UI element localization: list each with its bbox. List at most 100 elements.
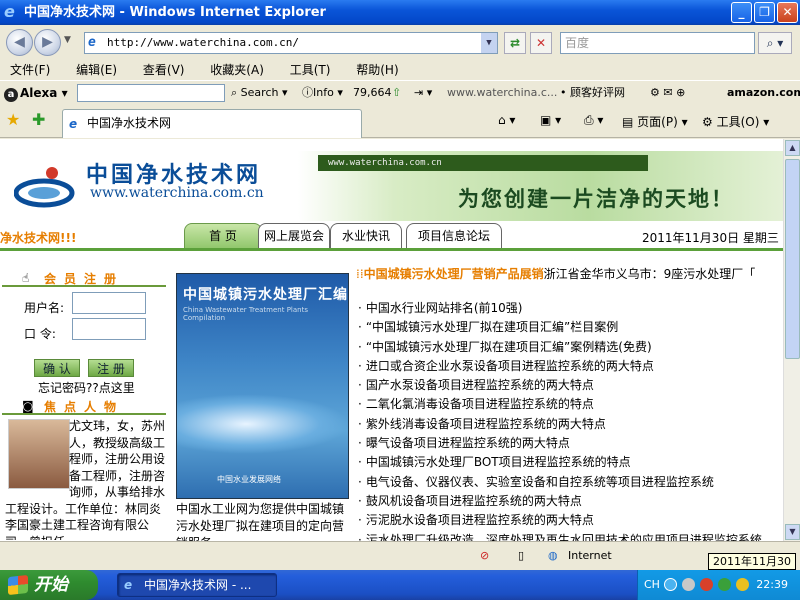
menu-favorites[interactable]: 收藏夹(A) (210, 60, 264, 80)
nav-home[interactable]: 首 页 (184, 223, 262, 249)
menu-edit[interactable]: 编辑(E) (76, 60, 117, 80)
marquee-news[interactable]: ⁞⁞中国城镇污水处理厂营销产品展销浙江省金华市义乌市：9座污水处理厂「 (356, 265, 755, 282)
favorites-star-icon[interactable]: ★ (6, 110, 20, 129)
refresh-icon[interactable]: ⇄ (504, 32, 526, 54)
news-item[interactable]: 电气设备、仪器仪表、实验室设备和自控系统等项目进程监控系统 (358, 473, 783, 492)
news-item[interactable]: 紫外线消毒设备项目进程监控系统的两大特点 (358, 415, 783, 434)
username-input[interactable] (72, 292, 146, 314)
menu-bar: 文件(F) 编辑(E) 查看(V) 收藏夹(A) 工具(T) 帮助(H) (0, 60, 800, 80)
search-button[interactable]: ⌕ ▾ (758, 32, 792, 54)
rss-icon[interactable]: ▣ ▾ (540, 113, 561, 127)
news-item[interactable]: 二氧化氯消毒设备项目进程监控系统的特点 (358, 395, 783, 414)
history-dropdown-icon[interactable]: ▼ (64, 35, 71, 45)
tab-current[interactable]: e 中国净水技术网 (62, 109, 362, 138)
news-item[interactable]: 进口或合资企业水泵设备项目进程监控系统的两大特点 (358, 357, 783, 376)
news-item[interactable]: “中国城镇污水处理厂拟在建项目汇编”案例精选(免费) (358, 338, 783, 357)
alexa-info-button[interactable]: ⓘInfo ▾ (302, 82, 343, 104)
scroll-thumb[interactable] (785, 159, 800, 359)
taskbar-item-ie[interactable]: e 中国净水技术网 - ... (117, 573, 277, 597)
search-input[interactable]: 百度 (560, 32, 755, 54)
popup-blocked-icon[interactable]: ⊘ (480, 542, 489, 570)
focus-title-text: 焦点人物 (43, 400, 124, 414)
menu-file[interactable]: 文件(F) (10, 60, 50, 80)
page-menu[interactable]: ▤ 页面(P) ▾ (622, 113, 688, 130)
globe-icon: ◍ (548, 549, 558, 562)
news-item[interactable]: 污水处理厂升级改造、深度处理及再生水回用技术的应用项目进程监控系统 (358, 531, 783, 541)
window-title: 中国净水技术网 - Windows Internet Explorer (24, 5, 326, 20)
site-nav: 净水技术网!!! 首 页 网上展览会 水业快讯 项目信息论坛 2011年11月3… (0, 219, 783, 249)
book-bottom-text: 中国水业发展网络 (217, 475, 281, 484)
volume-icon[interactable] (664, 578, 677, 591)
network-icon[interactable] (682, 578, 695, 591)
minimize-button[interactable]: _ (731, 2, 752, 23)
start-button[interactable]: 开始 (0, 570, 98, 600)
forward-button[interactable]: ▶ (34, 29, 61, 56)
password-input[interactable] (72, 318, 146, 340)
shield-icon[interactable] (718, 578, 731, 591)
alexa-toolbar: a Alexa ▾ ⌕ Search ▾ ⓘInfo ▾ 79,664 ⇧ ⇥ ▾… (0, 80, 800, 104)
update-icon[interactable] (736, 578, 749, 591)
camera-icon: ◙ (22, 399, 34, 413)
rank-up-icon: ⇧ (392, 86, 402, 99)
news-item[interactable]: 国产水泵设备项目进程监控系统的两大特点 (358, 376, 783, 395)
print-icon[interactable]: ⎙ ▾ (584, 113, 603, 128)
vertical-scrollbar[interactable]: ▲ ▼ (783, 139, 800, 541)
alexa-review-label: 顾客好评网 (570, 86, 625, 99)
window-titlebar[interactable]: e 中国净水技术网 - Windows Internet Explorer _ … (0, 0, 800, 25)
taskbar: 开始 e 中国净水技术网 - ... CH 22:39 (0, 570, 800, 600)
news-item[interactable]: 中国水行业网站排名(前10强) (358, 299, 783, 318)
site-logo-url: www.waterchina.com.cn (90, 185, 264, 201)
maximize-button[interactable]: ❐ (754, 2, 775, 23)
menu-view[interactable]: 查看(V) (143, 60, 185, 80)
clock-tooltip: 2011年11月30日 (708, 553, 796, 583)
news-item[interactable]: 鼓风机设备项目进程监控系统的两大特点 (358, 492, 783, 511)
security-icon[interactable] (700, 578, 713, 591)
nav-news[interactable]: 水业快讯 (330, 223, 402, 249)
lock-icon: ▯ (518, 549, 525, 562)
news-item[interactable]: 曝气设备项目进程监控系统的两大特点 (358, 434, 783, 453)
alexa-brand: Alexa (20, 86, 58, 100)
nav-exhibition[interactable]: 网上展览会 (258, 223, 330, 249)
tools-menu[interactable]: ⚙ 工具(O) ▾ (702, 113, 769, 130)
address-url: http://www.waterchina.com.cn/ (107, 36, 300, 49)
alexa-rank: 79,664 (353, 86, 392, 99)
book-description[interactable]: 中国水工业网为您提供中国城镇污水处理厂拟在建项目的定向营销服务 (176, 501, 352, 541)
scroll-down-icon[interactable]: ▼ (785, 524, 800, 540)
stop-icon[interactable]: ✕ (530, 32, 552, 54)
alexa-nav-icon[interactable]: ⇥ ▾ (414, 82, 432, 104)
news-item[interactable]: 中国城镇污水处理厂BOT项目进程监控系统的特点 (358, 453, 783, 472)
forgot-password-link[interactable]: 忘记密码??点这里 (38, 379, 135, 396)
home-icon[interactable]: ⌂ ▾ (498, 113, 515, 127)
site-date: 2011年11月30日 星期三 (642, 231, 779, 245)
news-item[interactable]: 污泥脱水设备项目进程监控系统的两大特点 (358, 511, 783, 530)
alexa-a-icon: a (4, 88, 18, 102)
add-favorite-icon[interactable]: ✚ (32, 110, 45, 129)
scroll-up-icon[interactable]: ▲ (785, 140, 800, 156)
menu-help[interactable]: 帮助(H) (356, 60, 398, 80)
alexa-site[interactable]: www.waterchina.c... (447, 82, 557, 104)
banner-url: www.waterchina.com.cn (318, 155, 648, 171)
register-button[interactable]: 注 册 (88, 359, 134, 377)
marquee-bullet-icon: ⁞⁞ (356, 267, 364, 281)
language-indicator[interactable]: CH (644, 570, 660, 600)
tab-current-label: 中国净水技术网 (87, 116, 172, 130)
nav-forum[interactable]: 项目信息论坛 (406, 223, 502, 249)
menu-tools[interactable]: 工具(T) (290, 60, 331, 80)
book-water-graphic (177, 394, 350, 454)
marquee-head: 中国城镇污水处理厂营销产品展销 (363, 267, 544, 281)
address-bar[interactable]: e http://www.waterchina.com.cn/ ▼ (84, 32, 498, 54)
back-button[interactable]: ◀ (6, 29, 33, 56)
book-cover-image[interactable]: 中国城镇污水处理厂汇编 China Wastewater Treatment P… (176, 273, 350, 499)
alexa-search-input[interactable] (77, 84, 225, 102)
confirm-button[interactable]: 确 认 (34, 359, 80, 377)
address-dropdown-icon[interactable]: ▼ (481, 33, 497, 53)
news-item[interactable]: “中国城镇污水处理厂拟在建项目汇编”栏目案例 (358, 318, 783, 337)
status-bar: ⊘ ▯ ◍ Internet (0, 541, 800, 570)
close-button[interactable]: ✕ (777, 2, 798, 23)
alexa-search-button[interactable]: ⌕ Search ▾ (231, 82, 288, 104)
alexa-review[interactable]: • 顾客好评网 (560, 82, 625, 104)
alexa-logo[interactable]: a Alexa ▾ (4, 82, 68, 104)
amazon-link[interactable]: amazon.com. (727, 82, 800, 104)
alexa-tool-icons[interactable]: ⚙ ✉ ⊕ (650, 82, 685, 104)
clock[interactable]: 22:39 (756, 570, 788, 600)
